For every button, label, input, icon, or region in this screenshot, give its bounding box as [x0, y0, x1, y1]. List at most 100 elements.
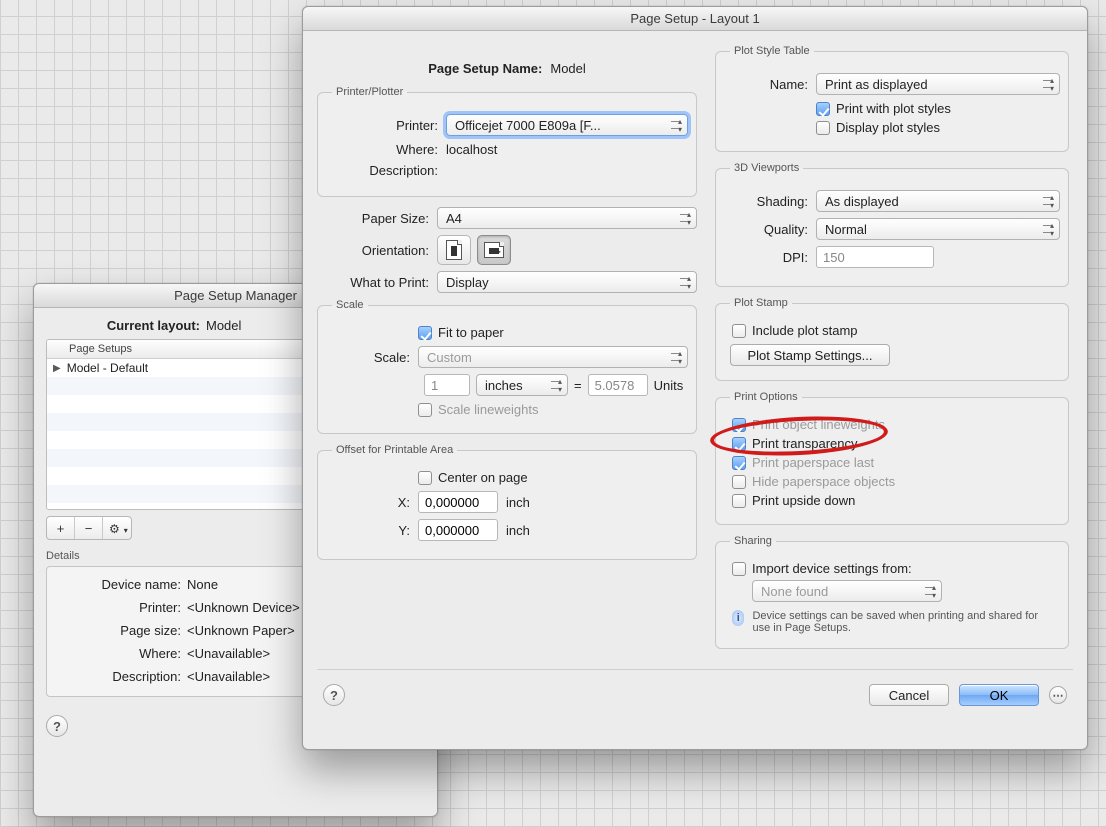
offset-x-label: X: [326, 495, 418, 510]
viewports-legend: 3D Viewports [730, 162, 803, 174]
scale-result-input[interactable] [588, 374, 648, 396]
pst-legend: Plot Style Table [730, 45, 814, 57]
print-lineweights-checkbox [732, 418, 746, 432]
fit-to-paper-checkbox[interactable] [418, 326, 432, 340]
scale-select[interactable]: Custom ▴▾ [418, 346, 688, 368]
offset-x-input[interactable] [418, 491, 498, 513]
expand-icon[interactable]: ⋯ [1049, 686, 1067, 704]
orientation-label: Orientation: [317, 243, 437, 258]
orientation-portrait-button[interactable] [437, 235, 471, 265]
ok-button[interactable]: OK [959, 684, 1039, 706]
remove-button[interactable]: − [75, 517, 103, 539]
list-item-label: Model - Default [67, 361, 148, 375]
scale-numerator-input[interactable] [424, 374, 470, 396]
import-device-settings-checkbox[interactable] [732, 562, 746, 576]
printer-select[interactable]: Officejet 7000 E809a [F... ▴▾ [446, 114, 688, 136]
print-lineweights-label: Print object lineweights [752, 417, 885, 432]
page-setup-name-label: Page Setup Name: [428, 61, 542, 76]
info-icon: i [732, 610, 744, 626]
import-source-value: None found [761, 584, 828, 599]
offset-group: Offset for Printable Area Center on page… [317, 444, 697, 560]
pst-name-select[interactable]: Print as displayed ▴▾ [816, 73, 1060, 95]
offset-y-label: Y: [326, 523, 418, 538]
paper-size-value: A4 [446, 211, 462, 226]
scale-lineweights-label: Scale lineweights [438, 402, 538, 417]
list-toolbar: + − ▾ [46, 516, 132, 540]
where-label: Where: [57, 646, 187, 661]
help-button[interactable]: ? [323, 684, 345, 706]
printer-value: <Unknown Device> [187, 600, 300, 615]
print-upside-down-checkbox[interactable] [732, 494, 746, 508]
quality-select[interactable]: Normal ▴▾ [816, 218, 1060, 240]
page-setup-name-value: Model [550, 61, 585, 76]
current-layout-label: Current layout: [46, 318, 206, 333]
printer-where-value: localhost [446, 142, 497, 157]
offset-y-unit: inch [506, 523, 530, 538]
printer-plotter-group: Printer/Plotter Printer: Officejet 7000 … [317, 86, 697, 197]
scale-value: Custom [427, 350, 472, 365]
what-to-print-label: What to Print: [317, 275, 437, 290]
printer-where-label: Where: [326, 142, 446, 157]
printer-description-label: Description: [326, 163, 446, 178]
offset-legend: Offset for Printable Area [332, 444, 457, 456]
scale-legend: Scale [332, 299, 368, 311]
hide-paperspace-label: Hide paperspace objects [752, 474, 895, 489]
scale-lineweights-checkbox [418, 403, 432, 417]
actions-button[interactable]: ▾ [103, 517, 131, 539]
print-transparency-label: Print transparency [752, 436, 858, 451]
where-value: <Unavailable> [187, 646, 270, 661]
device-name-label: Device name: [57, 577, 187, 592]
chevron-right-icon[interactable]: ▶ [53, 363, 61, 374]
display-plot-styles-label: Display plot styles [836, 120, 940, 135]
scale-label: Scale: [326, 350, 418, 365]
shading-select[interactable]: As displayed ▴▾ [816, 190, 1060, 212]
display-plot-styles-checkbox[interactable] [816, 121, 830, 135]
printer-select-value: Officejet 7000 E809a [F... [455, 118, 601, 133]
viewports-group: 3D Viewports Shading: As displayed ▴▾ Qu… [715, 162, 1069, 287]
help-button[interactable]: ? [46, 715, 68, 737]
what-to-print-value: Display [446, 275, 489, 290]
shading-label: Shading: [724, 194, 816, 209]
device-name-value: None [187, 577, 218, 592]
printer-label: Printer: [326, 118, 446, 133]
add-button[interactable]: + [47, 517, 75, 539]
plot-style-table-group: Plot Style Table Name: Print as displaye… [715, 45, 1069, 152]
dpi-input[interactable] [816, 246, 934, 268]
description-label: Description: [57, 669, 187, 684]
shading-value: As displayed [825, 194, 899, 209]
dpi-label: DPI: [724, 250, 816, 265]
quality-value: Normal [825, 222, 867, 237]
offset-y-input[interactable] [418, 519, 498, 541]
import-device-settings-label: Import device settings from: [752, 561, 912, 576]
sharing-group: Sharing Import device settings from: Non… [715, 535, 1069, 649]
offset-x-unit: inch [506, 495, 530, 510]
print-with-plot-styles-checkbox[interactable] [816, 102, 830, 116]
cancel-button[interactable]: Cancel [869, 684, 949, 706]
what-to-print-select[interactable]: Display ▴▾ [437, 271, 697, 293]
include-plot-stamp-checkbox[interactable] [732, 324, 746, 338]
printer-label: Printer: [57, 600, 187, 615]
printer-plotter-legend: Printer/Plotter [332, 86, 407, 98]
print-transparency-checkbox[interactable] [732, 437, 746, 451]
plot-stamp-group: Plot Stamp Include plot stamp Plot Stamp… [715, 297, 1069, 381]
include-plot-stamp-label: Include plot stamp [752, 323, 858, 338]
print-options-group: Print Options Print object lineweights P… [715, 391, 1069, 525]
print-paperspace-last-label: Print paperspace last [752, 455, 874, 470]
scale-unit-select[interactable]: inches ▴▾ [476, 374, 568, 396]
sharing-info-text: Device settings can be saved when printi… [752, 610, 1054, 634]
current-layout-value: Model [206, 318, 241, 333]
quality-label: Quality: [724, 222, 816, 237]
description-value: <Unavailable> [187, 669, 270, 684]
page-size-label: Page size: [57, 623, 187, 638]
plot-stamp-settings-button[interactable]: Plot Stamp Settings... [730, 344, 890, 366]
equals-sign: = [574, 378, 582, 393]
center-on-page-checkbox[interactable] [418, 471, 432, 485]
paper-size-select[interactable]: A4 ▴▾ [437, 207, 697, 229]
print-options-legend: Print Options [730, 391, 802, 403]
import-source-select[interactable]: None found ▴▾ [752, 580, 942, 602]
print-paperspace-last-checkbox [732, 456, 746, 470]
dialog-title: Page Setup - Layout 1 [303, 7, 1087, 31]
orientation-landscape-button[interactable]: ▸ [477, 235, 511, 265]
fit-to-paper-label: Fit to paper [438, 325, 504, 340]
scale-group: Scale Fit to paper Scale: Custom ▴▾ [317, 299, 697, 434]
